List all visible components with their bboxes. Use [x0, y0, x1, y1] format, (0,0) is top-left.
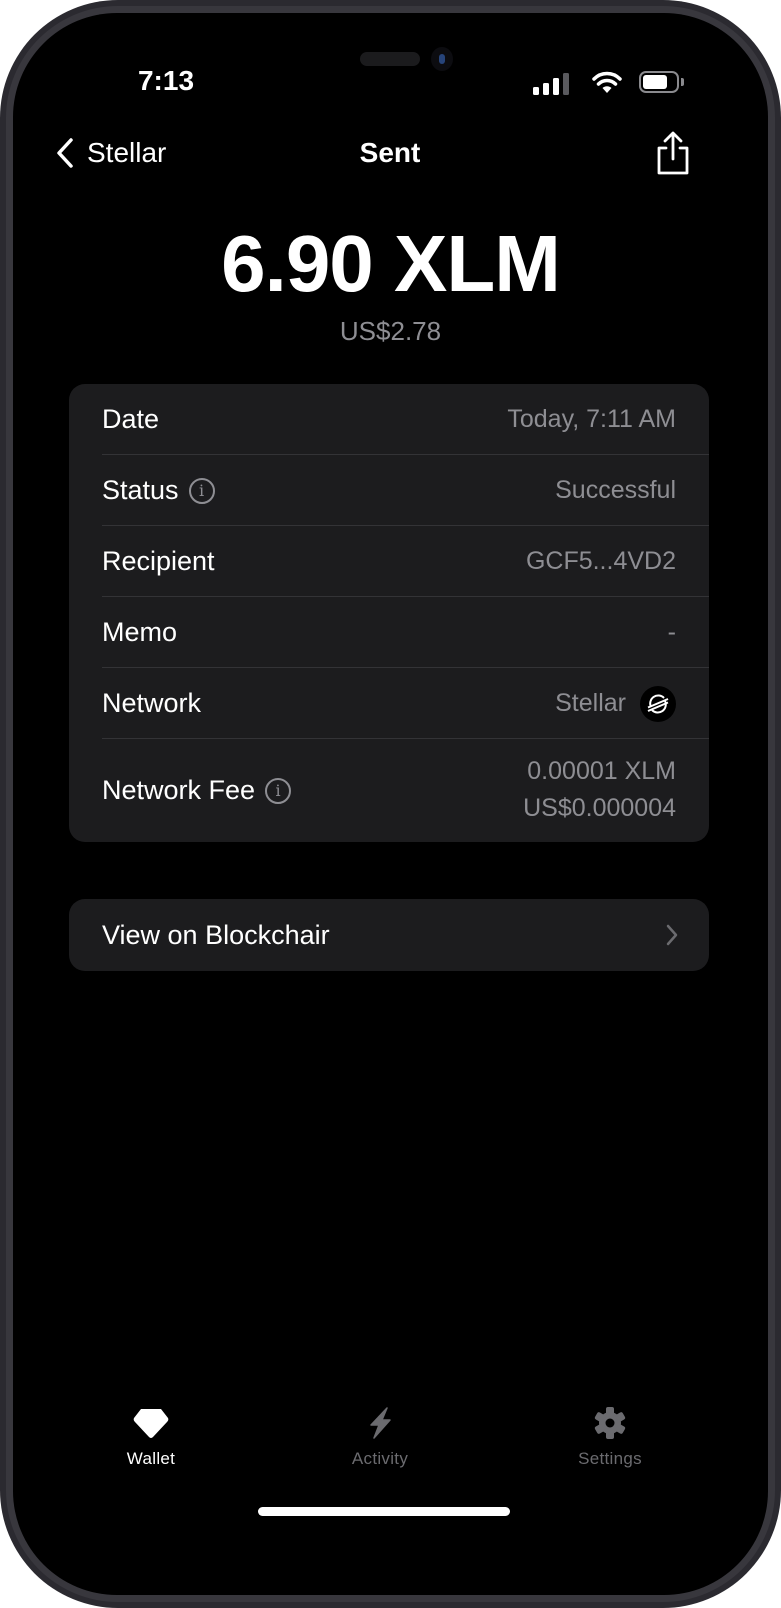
back-button[interactable]: Stellar [55, 133, 166, 173]
screen: 7:13 Stellar Sent 6.90 XLM US$2.78 Date … [13, 13, 768, 1595]
wallet-gem-icon [133, 1409, 169, 1438]
detail-label: Status [102, 475, 179, 505]
page-title: Sent [359, 137, 421, 168]
detail-value: - [667, 618, 676, 646]
cellular-signal-icon [533, 71, 581, 95]
info-icon[interactable]: i [265, 777, 292, 804]
tab-wallet[interactable]: Wallet [71, 1403, 231, 1469]
tab-label: Settings [578, 1449, 642, 1468]
detail-value: Stellar [555, 689, 626, 717]
detail-label: Recipient [102, 546, 215, 576]
chevron-left-icon [57, 138, 73, 168]
status-time: 7:13 [137, 65, 195, 96]
home-indicator[interactable] [258, 1507, 510, 1516]
back-label: Stellar [87, 137, 167, 168]
detail-row-date: Date Today, 7:11 AM [69, 384, 709, 455]
detail-label: Memo [102, 617, 178, 647]
detail-label: Network Fee [102, 775, 256, 805]
tab-activity[interactable]: Activity [300, 1403, 460, 1469]
detail-row-status: Status i Successful [69, 455, 709, 526]
speaker [360, 52, 420, 66]
transaction-details-card: Date Today, 7:11 AM Status i Successful R… [69, 384, 709, 842]
explorer-link-label: View on Blockchair [102, 920, 330, 950]
detail-row-network: Network Stellar [69, 668, 709, 739]
tab-label: Wallet [126, 1449, 176, 1468]
info-icon[interactable]: i [188, 477, 215, 504]
tab-bar: Wallet Activity Settings [13, 1403, 768, 1493]
battery-icon [639, 71, 679, 93]
tab-label: Activity [351, 1449, 409, 1468]
view-on-explorer-button[interactable]: View on Blockchair [69, 899, 709, 971]
gear-icon [594, 1407, 626, 1439]
detail-row-recipient[interactable]: Recipient GCF5...4VD2 [69, 526, 709, 597]
share-icon[interactable] [653, 129, 693, 177]
stellar-logo-icon [640, 685, 676, 722]
wifi-icon [592, 71, 622, 93]
detail-label: Network [102, 688, 202, 718]
camera [431, 47, 453, 71]
detail-row-network-fee: Network Fee i 0.00001 XLM US$0.000004 [69, 739, 709, 842]
lightning-bolt-icon [370, 1407, 391, 1439]
transaction-amount: 6.90 XLM [221, 219, 561, 308]
detail-label: Date [102, 404, 160, 434]
network-fee-crypto: 0.00001 XLM [527, 757, 676, 785]
battery-tip [681, 78, 684, 86]
chevron-right-icon [666, 924, 678, 946]
detail-value: Today, 7:11 AM [507, 405, 676, 433]
transaction-fiat-amount: US$2.78 [339, 316, 442, 346]
tab-settings[interactable]: Settings [530, 1403, 690, 1469]
recipient-address[interactable]: GCF5...4VD2 [526, 526, 676, 597]
network-fee-fiat: US$0.000004 [523, 794, 676, 822]
detail-row-memo: Memo - [69, 597, 709, 668]
detail-value: Successful [555, 476, 676, 504]
